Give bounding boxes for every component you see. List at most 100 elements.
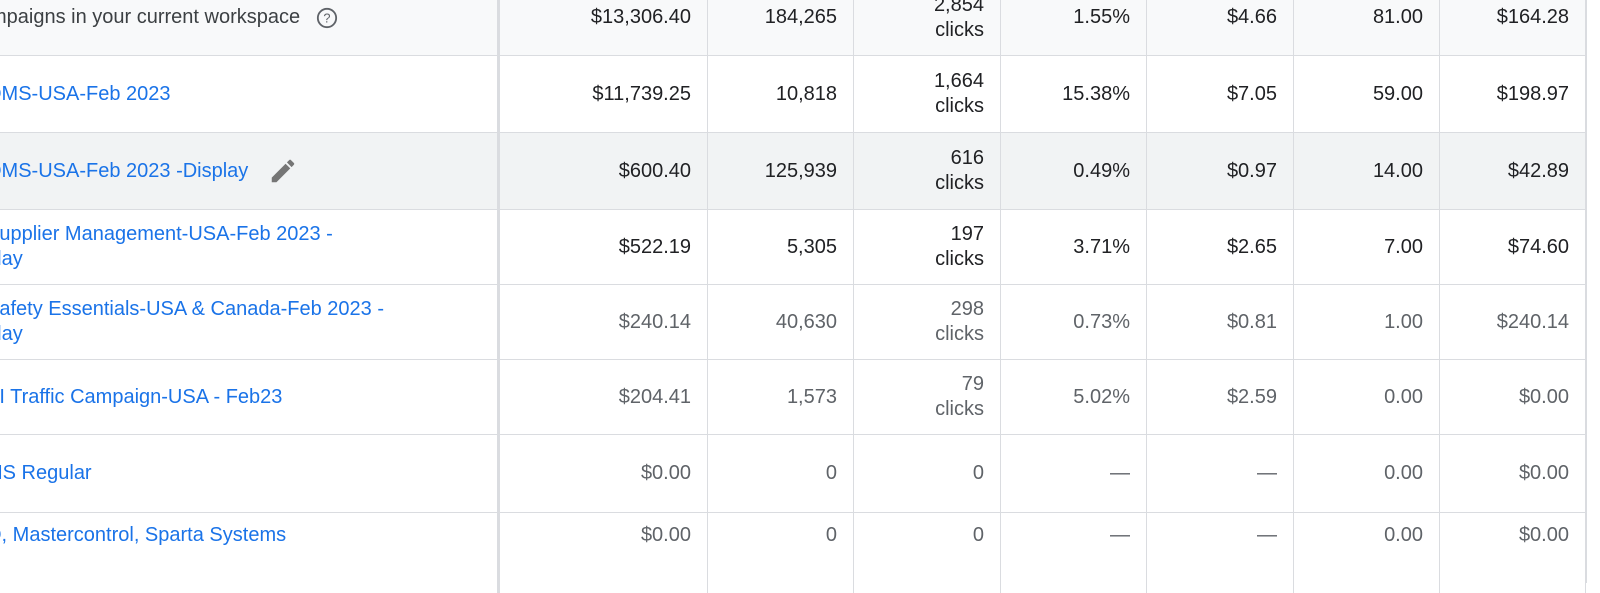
conversions-cell: 7.00 xyxy=(1294,210,1440,284)
cost-cell: $204.41 xyxy=(500,360,708,434)
campaign-name-line2: play xyxy=(0,323,23,345)
cost-per-conversion-cell: $164.28 xyxy=(1440,0,1586,55)
interaction-rate-cell: 1.55% xyxy=(1001,0,1147,55)
cost-per-conversion-cell: $198.97 xyxy=(1440,56,1586,132)
interactions-unit: clicks xyxy=(935,248,984,270)
interactions-cell: 197 clicks xyxy=(854,210,1001,284)
campaign-name-link[interactable]: MS Regular xyxy=(0,461,92,486)
help-circle-icon[interactable]: ? xyxy=(316,7,338,29)
cost-cell: $0.00 xyxy=(500,513,708,593)
cost-per-conversion-cell: $0.00 xyxy=(1440,360,1586,434)
avg-cost-cell: — xyxy=(1147,435,1294,512)
campaign-name-link[interactable]: QMS-USA-Feb 2023 -Display xyxy=(0,159,248,184)
interactions-unit: clicks xyxy=(935,323,984,345)
avg-cost-cell: $0.97 xyxy=(1147,133,1294,209)
cost-per-conversion-cell: $42.89 xyxy=(1440,133,1586,209)
interactions-cell: 616 clicks xyxy=(854,133,1001,209)
conversions-cell: 0.00 xyxy=(1294,360,1440,434)
conversions-cell: 0.00 xyxy=(1294,513,1440,593)
interactions-unit: clicks xyxy=(935,95,984,117)
interactions-cell: 79 clicks xyxy=(854,360,1001,434)
interactions-cell: 0 xyxy=(854,513,1001,593)
interaction-rate-cell: — xyxy=(1001,435,1147,512)
table-row[interactable]: Safety Essentials-USA & Canada-Feb 2023 … xyxy=(0,285,1600,360)
impressions-cell: 184,265 xyxy=(708,0,854,55)
cost-cell: $13,306.40 xyxy=(500,0,708,55)
campaign-name: QMS-USA-Feb 2023 xyxy=(0,82,171,105)
cost-per-conversion-cell: $74.60 xyxy=(1440,210,1586,284)
table-row[interactable]: AI Traffic Campaign-USA - Feb23 $204.41 … xyxy=(0,360,1600,435)
avg-cost-cell: $4.66 xyxy=(1147,0,1294,55)
table-right-edge xyxy=(1586,0,1600,583)
interactions-cell: 2,854 clicks xyxy=(854,0,1001,55)
interactions-value: 0 xyxy=(972,462,984,484)
campaign-name-link[interactable]: AI Traffic Campaign-USA - Feb23 xyxy=(0,385,282,410)
avg-cost-cell: — xyxy=(1147,513,1294,593)
campaign-name-link[interactable]: Q, Mastercontrol, Sparta Systems xyxy=(0,523,286,548)
avg-cost-cell: $0.81 xyxy=(1147,285,1294,359)
avg-cost-cell: $2.65 xyxy=(1147,210,1294,284)
campaign-name-cell: Q, Mastercontrol, Sparta Systems xyxy=(0,513,500,593)
impressions-cell: 10,818 xyxy=(708,56,854,132)
cost-cell: $600.40 xyxy=(500,133,708,209)
conversions-cell: 14.00 xyxy=(1294,133,1440,209)
conversions-cell: 81.00 xyxy=(1294,0,1440,55)
interactions-cell: 0 xyxy=(854,435,1001,512)
interactions-cell: 298 clicks xyxy=(854,285,1001,359)
campaign-name-cell: Safety Essentials-USA & Canada-Feb 2023 … xyxy=(0,285,500,359)
avg-cost-cell: $2.59 xyxy=(1147,360,1294,434)
campaign-name: Q, Mastercontrol, Sparta Systems xyxy=(0,524,287,546)
campaigns-table: mpaigns in your current workspace ? $13,… xyxy=(0,0,1600,593)
campaign-name: QMS-USA-Feb 2023 -Display xyxy=(0,159,249,182)
interaction-rate-cell: 0.73% xyxy=(1001,285,1147,359)
total-label-cell: mpaigns in your current workspace ? xyxy=(0,0,500,55)
avg-cost-cell: $7.05 xyxy=(1147,56,1294,132)
interactions-value: 0 xyxy=(972,524,984,546)
interactions-value: 79 xyxy=(961,373,984,395)
interactions-cell: 1,664 clicks xyxy=(854,56,1001,132)
campaign-name-link[interactable]: Supplier Management-USA-Feb 2023 - play xyxy=(0,222,333,272)
cost-cell: $11,739.25 xyxy=(500,56,708,132)
campaign-name: Safety Essentials-USA & Canada-Feb 2023 … xyxy=(0,298,384,320)
interactions-value: 2,854 xyxy=(933,0,984,16)
cost-cell: $240.14 xyxy=(500,285,708,359)
campaign-name-cell: QMS-USA-Feb 2023 xyxy=(0,56,500,132)
interactions-value: 197 xyxy=(950,223,984,245)
table-row[interactable]: Supplier Management-USA-Feb 2023 - play $… xyxy=(0,210,1600,285)
interaction-rate-cell: 3.71% xyxy=(1001,210,1147,284)
conversions-cell: 59.00 xyxy=(1294,56,1440,132)
table-row[interactable]: QMS-USA-Feb 2023 -Display $600.40 125,93… xyxy=(0,133,1600,210)
cost-per-conversion-cell: $240.14 xyxy=(1440,285,1586,359)
total-label: mpaigns in your current workspace xyxy=(0,6,301,28)
campaign-name-link[interactable]: QMS-USA-Feb 2023 xyxy=(0,82,171,107)
campaign-name-cell: Supplier Management-USA-Feb 2023 - play xyxy=(0,210,500,284)
interaction-rate-cell: 0.49% xyxy=(1001,133,1147,209)
interaction-rate-cell: — xyxy=(1001,513,1147,593)
interactions-value: 616 xyxy=(950,147,984,169)
campaign-name: MS Regular xyxy=(0,462,92,484)
interactions-value: 1,664 xyxy=(933,70,984,92)
impressions-cell: 5,305 xyxy=(708,210,854,284)
table-row[interactable]: Q, Mastercontrol, Sparta Systems $0.00 0… xyxy=(0,513,1600,593)
cost-cell: $0.00 xyxy=(500,435,708,512)
campaign-name-link[interactable]: Safety Essentials-USA & Canada-Feb 2023 … xyxy=(0,297,384,347)
campaign-name-cell: MS Regular xyxy=(0,435,500,512)
campaign-name: Supplier Management-USA-Feb 2023 - xyxy=(0,223,333,245)
cost-per-conversion-cell: $0.00 xyxy=(1440,435,1586,512)
interaction-rate-cell: 5.02% xyxy=(1001,360,1147,434)
impressions-cell: 40,630 xyxy=(708,285,854,359)
impressions-cell: 0 xyxy=(708,435,854,512)
interactions-unit: clicks xyxy=(935,398,984,420)
impressions-cell: 0 xyxy=(708,513,854,593)
cost-per-conversion-cell: $0.00 xyxy=(1440,513,1586,593)
campaign-name-cell: QMS-USA-Feb 2023 -Display xyxy=(0,133,500,209)
svg-text:?: ? xyxy=(324,10,331,25)
impressions-cell: 125,939 xyxy=(708,133,854,209)
total-row: mpaigns in your current workspace ? $13,… xyxy=(0,0,1600,56)
table-row[interactable]: QMS-USA-Feb 2023 $11,739.25 10,818 1,664… xyxy=(0,56,1600,133)
pencil-icon[interactable] xyxy=(268,156,298,186)
conversions-cell: 0.00 xyxy=(1294,435,1440,512)
impressions-cell: 1,573 xyxy=(708,360,854,434)
table-row[interactable]: MS Regular $0.00 0 0 — — 0.00 $0.00 xyxy=(0,435,1600,513)
conversions-cell: 1.00 xyxy=(1294,285,1440,359)
